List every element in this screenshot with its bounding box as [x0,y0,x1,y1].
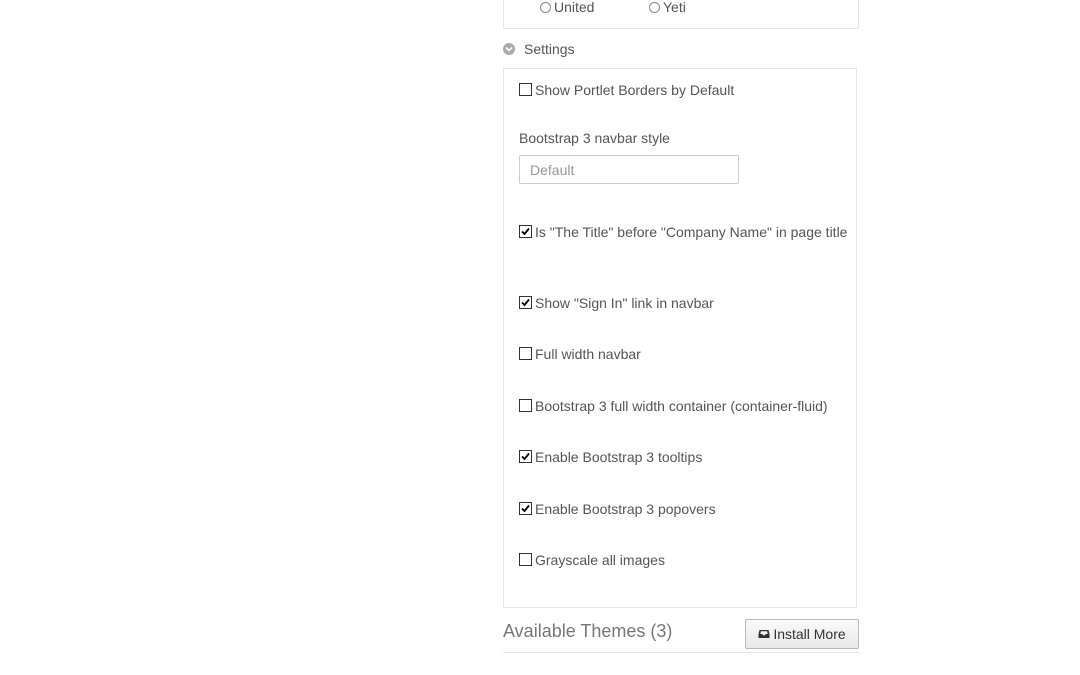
option-container-fluid: Bootstrap 3 full width container (contai… [519,396,849,416]
checkbox[interactable] [519,296,532,309]
radio-option-united[interactable]: United [540,0,594,15]
option-label: Grayscale all images [535,552,665,568]
checkbox[interactable] [519,83,532,96]
checkbox[interactable] [519,225,532,238]
option-label: Bootstrap 3 full width container (contai… [535,398,828,414]
checkbox[interactable] [519,502,532,515]
option-title-before-company: Is "The Title" before "Company Name" in … [519,222,849,242]
look-and-feel-panel: United Yeti [503,0,859,29]
radio-label: United [554,0,595,15]
option-enable-tooltips: Enable Bootstrap 3 tooltips [519,447,849,467]
option-label: Is "The Title" before "Company Name" in … [535,224,848,240]
radio-button[interactable] [649,1,660,13]
option-label: Show Portlet Borders by Default [535,82,735,98]
option-label: Enable Bootstrap 3 popovers [535,501,716,517]
available-themes-title: Available Themes (3) [503,621,673,641]
radio-option-yeti[interactable]: Yeti [649,0,686,15]
option-enable-popovers: Enable Bootstrap 3 popovers [519,499,849,519]
option-label-wrapper[interactable]: Grayscale all images [519,552,665,568]
option-label-wrapper[interactable]: Is "The Title" before "Company Name" in … [519,224,847,240]
option-label: Show "Sign In" link in navbar [535,295,714,311]
option-label-wrapper[interactable]: Show "Sign In" link in navbar [519,295,714,311]
option-label-wrapper[interactable]: Enable Bootstrap 3 tooltips [519,449,702,465]
option-label-wrapper[interactable]: Show Portlet Borders by Default [519,82,734,98]
radio-label: Yeti [663,0,686,15]
radio-button[interactable] [540,1,551,13]
install-more-label: Install More [773,626,846,642]
option-label-wrapper[interactable]: Bootstrap 3 full width container (contai… [519,398,828,414]
settings-panel: Show Portlet Borders by Default Bootstra… [503,68,857,608]
option-show-sign-in: Show "Sign In" link in navbar [519,293,849,313]
checkbox[interactable] [519,553,532,566]
option-label-wrapper[interactable]: Enable Bootstrap 3 popovers [519,501,716,517]
page: United Yeti Settings Show Portlet Border… [0,0,1080,675]
install-more-button[interactable]: Install More [745,619,859,649]
navbar-style-input[interactable] [519,155,739,184]
divider [503,652,859,653]
option-label: Full width navbar [535,346,641,362]
checkbox[interactable] [519,399,532,412]
option-label: Enable Bootstrap 3 tooltips [535,449,703,465]
option-full-width-navbar: Full width navbar [519,344,849,364]
settings-title: Settings [524,41,575,57]
navbar-style-label: Bootstrap 3 navbar style [519,130,670,146]
settings-toggle[interactable]: Settings [503,41,575,57]
checkbox[interactable] [519,450,532,463]
option-grayscale-images: Grayscale all images [519,550,849,570]
checkbox[interactable] [519,347,532,360]
chevron-circle-down-icon [503,43,515,55]
inbox-icon [758,629,770,639]
option-label-wrapper[interactable]: Full width navbar [519,346,641,362]
option-show-portlet-borders: Show Portlet Borders by Default [519,80,849,100]
